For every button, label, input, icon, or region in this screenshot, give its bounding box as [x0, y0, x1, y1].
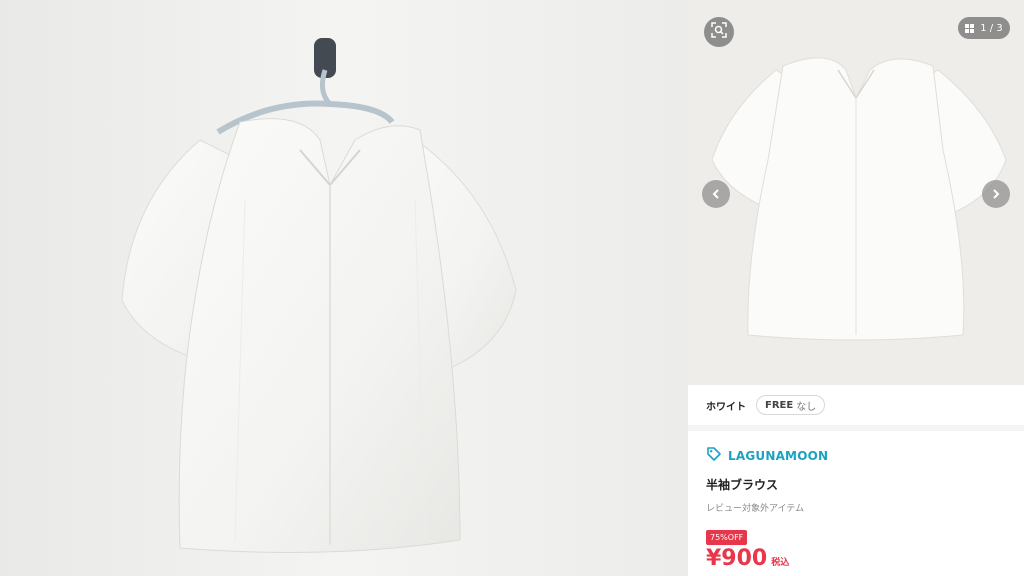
size-chip[interactable]: FREE なし — [756, 395, 826, 415]
review-note: レビュー対象外アイテム — [706, 504, 805, 514]
price-row: ¥900 税込 — [706, 546, 1006, 571]
image-search-icon — [711, 22, 727, 42]
stock-status: なし — [796, 401, 817, 413]
next-image-button[interactable] — [982, 180, 1010, 208]
image-search-button[interactable] — [704, 17, 734, 47]
product-name: 半袖ブラウス — [706, 478, 779, 492]
product-info: LAGUNAMOON 半袖ブラウス レビュー対象外アイテム 75%OFF ¥90… — [706, 446, 1006, 571]
chevron-left-icon — [710, 185, 722, 204]
chevron-right-icon — [990, 185, 1002, 204]
image-counter: 1 / 3 — [980, 22, 1003, 34]
price: ¥900 — [706, 546, 768, 571]
discount-badge: 75%OFF — [706, 530, 748, 545]
grid-icon — [965, 23, 975, 33]
previous-image-button[interactable] — [702, 180, 730, 208]
hanging-blouse-illustration — [0, 0, 688, 576]
blouse-photo — [0, 0, 688, 576]
size-value: FREE — [765, 399, 794, 411]
product-image — [688, 0, 1024, 385]
brand-link[interactable]: LAGUNAMOON — [706, 446, 1006, 466]
variant-row: ホワイト FREE なし — [688, 385, 1024, 431]
tax-label: 税込 — [771, 558, 790, 568]
brand-name: LAGUNAMOON — [728, 449, 829, 463]
color-label: ホワイト — [706, 401, 746, 413]
tag-icon — [706, 446, 722, 466]
image-counter-badge[interactable]: 1 / 3 — [958, 17, 1010, 39]
image-gallery[interactable]: 1 / 3 — [688, 0, 1024, 385]
product-panel: 1 / 3 ホワイト FREE なし LAGUNAMOON 半袖ブラウス レビュ… — [688, 0, 1024, 576]
